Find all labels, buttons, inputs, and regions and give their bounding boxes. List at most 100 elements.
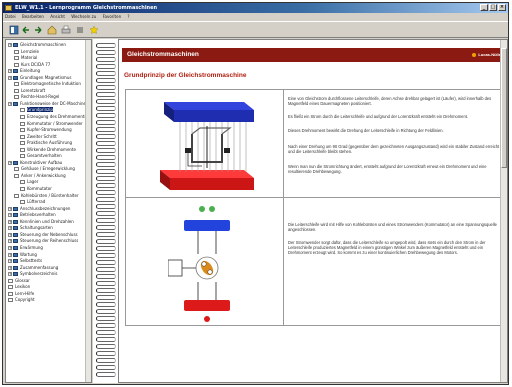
content-pane: Gleichstrommaschinen Lucas-Nülle Grundpr…: [118, 39, 508, 383]
binding-ring: [96, 309, 116, 314]
toc-item-label: Grundprinzip: [27, 107, 53, 113]
paragraph-1: Eine von Gleichstrom durchflossene Leite…: [288, 96, 492, 107]
binding-ring: [96, 351, 116, 356]
book-icon: [13, 245, 18, 250]
toc-item-label: Konstruktiver Aufbau: [20, 159, 63, 165]
toc-item-label: Betriebsverhalten: [20, 212, 56, 218]
page-icon: [20, 180, 25, 185]
expand-icon[interactable]: +: [8, 206, 12, 211]
binding-ring: [96, 225, 116, 230]
toolbar: [3, 21, 508, 38]
binding-ring: [96, 183, 116, 188]
home-icon[interactable]: [47, 25, 57, 35]
binding-ring: [96, 155, 116, 160]
binding-ring: [96, 323, 116, 328]
binding-ring: [96, 148, 116, 153]
binding-ring: [96, 78, 116, 83]
toc-item-label: Kohlebürsten / Bürstenhalter: [21, 192, 79, 198]
favorites-icon[interactable]: [89, 25, 99, 35]
toc-item-label: Gleichstrommaschinen: [20, 42, 66, 47]
expand-icon[interactable]: +: [8, 232, 12, 237]
toc-item-label: Zusammenfassung: [20, 264, 59, 270]
toc-item-label: Lern-Hilfe: [15, 290, 35, 296]
binding-ring: [96, 239, 116, 244]
binding-ring: [96, 316, 116, 321]
toc-scrollbar[interactable]: [85, 40, 91, 382]
paragraph-5: Wenn man nun die Stromrichtung ändert, e…: [288, 164, 487, 175]
binding-ring: [96, 281, 116, 286]
expand-icon[interactable]: +: [8, 101, 12, 106]
binding-ring: [96, 337, 116, 342]
book-icon: [13, 69, 18, 74]
menu-goto[interactable]: Wechseln zu: [71, 14, 96, 19]
toc-item-label: Material: [21, 55, 38, 61]
expand-icon[interactable]: +: [8, 75, 12, 80]
brand-logo: Lucas-Nülle: [472, 52, 501, 57]
binding-ring: [96, 260, 116, 265]
expand-icon[interactable]: +: [8, 259, 12, 264]
back-icon[interactable]: [21, 25, 31, 35]
forward-icon[interactable]: [33, 25, 43, 35]
minimize-button[interactable]: _: [480, 4, 488, 11]
toc-item-label: Anschlussbezeichnungen: [20, 205, 71, 211]
menu-view[interactable]: Ansicht: [50, 14, 65, 19]
book-icon: [13, 160, 18, 165]
expand-icon[interactable]: +: [8, 226, 12, 231]
binding-ring: [96, 134, 116, 139]
title-bar[interactable]: ELW_W1.1 - Lernprogramm Gleichstrommasch…: [3, 3, 508, 13]
binding-ring: [96, 288, 116, 293]
scrollbar-thumb[interactable]: [501, 48, 507, 168]
page-icon: [20, 147, 25, 152]
binding-ring: [96, 162, 116, 167]
toc-toggle-button[interactable]: [9, 25, 19, 35]
menu-favorites[interactable]: Favoriten: [103, 14, 122, 19]
expand-icon[interactable]: +: [8, 69, 12, 74]
page-icon: [8, 285, 13, 290]
book-icon: [13, 252, 18, 257]
binding-ring: [96, 141, 116, 146]
toc-item[interactable]: Copyright: [6, 297, 91, 304]
toc-item-label: Schaltungsarten: [20, 225, 53, 231]
menu-file[interactable]: Datei: [5, 14, 16, 19]
book-icon: [13, 232, 18, 237]
page-icon: [20, 134, 25, 139]
page-icon: [20, 128, 25, 133]
magnet-coil-illustration: [140, 96, 270, 192]
book-icon: [13, 239, 18, 244]
book-icon: [13, 219, 18, 224]
binding-ring: [96, 57, 116, 62]
toc-item-label: Rechte-Hand-Regel: [21, 94, 60, 100]
maximize-button[interactable]: □: [489, 4, 497, 11]
expand-icon[interactable]: +: [8, 219, 12, 224]
book-icon: [13, 213, 18, 218]
paragraph-2: Es fließt ein Strom durch die Leiterschl…: [288, 114, 468, 119]
close-button[interactable]: ×: [498, 4, 506, 11]
content-scrollbar[interactable]: [500, 40, 507, 382]
binding-ring: [96, 176, 116, 181]
app-icon[interactable]: [5, 5, 12, 11]
binding-ring: [96, 50, 116, 55]
page-icon: [14, 173, 19, 178]
menu-help[interactable]: ?: [127, 14, 129, 19]
toc-item-label: Copyright: [15, 297, 35, 303]
print-icon[interactable]: [61, 25, 71, 35]
expand-icon[interactable]: +: [8, 252, 12, 257]
page-icon: [8, 291, 13, 296]
binding-ring: [96, 295, 116, 300]
expand-icon[interactable]: +: [8, 272, 12, 277]
paragraph-6: Die Leiterschleife wird mit Hilfe von Ko…: [288, 222, 497, 233]
book-icon: [13, 75, 18, 80]
book-icon: [13, 43, 18, 47]
toc-item-label: Selbsttests: [20, 258, 43, 264]
expand-icon[interactable]: +: [8, 265, 12, 270]
expand-icon[interactable]: +: [8, 43, 12, 47]
options-icon[interactable]: [75, 25, 85, 35]
expand-icon[interactable]: +: [8, 160, 12, 165]
app-window: ELW_W1.1 - Lernprogramm Gleichstrommasch…: [2, 2, 509, 385]
expand-icon[interactable]: +: [8, 239, 12, 244]
expand-icon[interactable]: +: [8, 245, 12, 250]
menu-edit[interactable]: Bearbeiten: [22, 14, 44, 19]
book-icon: [13, 101, 18, 106]
expand-icon[interactable]: +: [8, 213, 12, 218]
page-icon: [20, 121, 25, 126]
